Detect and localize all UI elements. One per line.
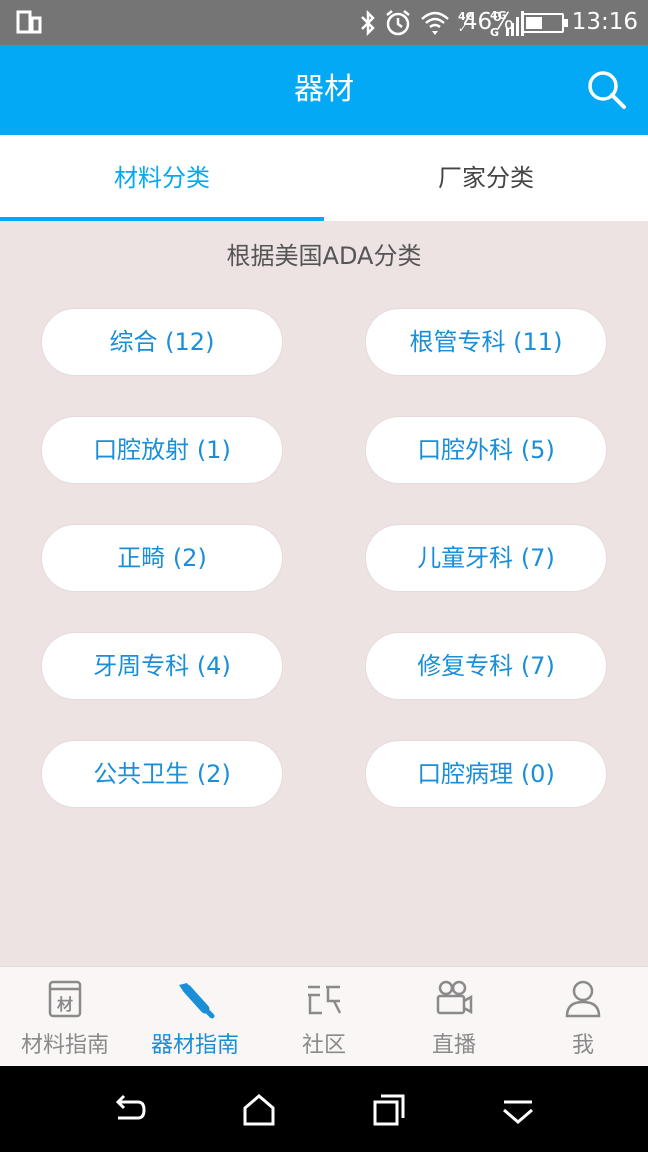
category-button[interactable]: 修复专科 (7) bbox=[365, 632, 607, 700]
battery-icon bbox=[522, 13, 568, 33]
nav-label: 我 bbox=[571, 1033, 594, 1058]
status-bar: 4G ✓ 4G G 46% 13:16 bbox=[0, 0, 648, 45]
screen-icon bbox=[16, 10, 42, 34]
clock: 13:16 bbox=[571, 9, 638, 35]
home-icon[interactable] bbox=[241, 1092, 277, 1128]
category-button[interactable]: 儿童牙科 (7) bbox=[365, 524, 607, 592]
video-camera-icon bbox=[436, 980, 473, 1015]
nav-label: 材料指南 bbox=[20, 1033, 109, 1058]
category-button[interactable]: 正畸 (2) bbox=[41, 524, 283, 592]
alarm-icon bbox=[386, 9, 410, 35]
nav-label: 直播 bbox=[431, 1033, 476, 1058]
nav-item-material-guide[interactable]: 材 材料指南 bbox=[0, 967, 130, 1067]
wifi-icon bbox=[421, 11, 449, 35]
category-button[interactable]: 公共卫生 (2) bbox=[41, 740, 283, 808]
nav-label: 器材指南 bbox=[150, 1033, 239, 1058]
community-icon bbox=[308, 985, 342, 1015]
nav-label: 社区 bbox=[301, 1033, 346, 1058]
nav-item-equipment-guide[interactable]: 器材指南 bbox=[130, 967, 260, 1067]
category-button[interactable]: 根管专科 (11) bbox=[365, 308, 607, 376]
handpiece-icon bbox=[179, 983, 215, 1019]
bottom-nav: 材 材料指南 器材指南 社区 直播 我 bbox=[0, 966, 648, 1066]
battery-percent: 46% bbox=[462, 9, 514, 35]
bluetooth-icon bbox=[361, 9, 375, 36]
svg-text:材: 材 bbox=[57, 995, 73, 1014]
nav-item-community[interactable]: 社区 bbox=[259, 967, 389, 1067]
system-nav-bar bbox=[0, 1066, 648, 1152]
tab-bar: 材料分类 厂家分类 bbox=[0, 135, 648, 221]
back-icon[interactable] bbox=[112, 1092, 148, 1128]
page-title: 器材 bbox=[294, 72, 354, 107]
section-subtitle: 根据美国ADA分类 bbox=[226, 242, 422, 270]
person-icon bbox=[565, 980, 601, 1018]
tab-material-category[interactable]: 材料分类 bbox=[0, 135, 324, 221]
category-button[interactable]: 口腔病理 (0) bbox=[365, 740, 607, 808]
nav-item-me[interactable]: 我 bbox=[518, 967, 648, 1067]
search-icon[interactable] bbox=[586, 69, 628, 111]
category-button[interactable]: 口腔放射 (1) bbox=[41, 416, 283, 484]
book-icon: 材 bbox=[48, 980, 82, 1018]
category-button[interactable]: 牙周专科 (4) bbox=[41, 632, 283, 700]
recents-icon[interactable] bbox=[371, 1092, 407, 1128]
category-button[interactable]: 口腔外科 (5) bbox=[365, 416, 607, 484]
app-bar: 器材 bbox=[0, 45, 648, 135]
hide-icon[interactable] bbox=[500, 1092, 536, 1128]
tab-manufacturer-category[interactable]: 厂家分类 bbox=[324, 135, 648, 221]
category-button[interactable]: 综合 (12) bbox=[41, 308, 283, 376]
nav-item-live[interactable]: 直播 bbox=[389, 967, 519, 1067]
